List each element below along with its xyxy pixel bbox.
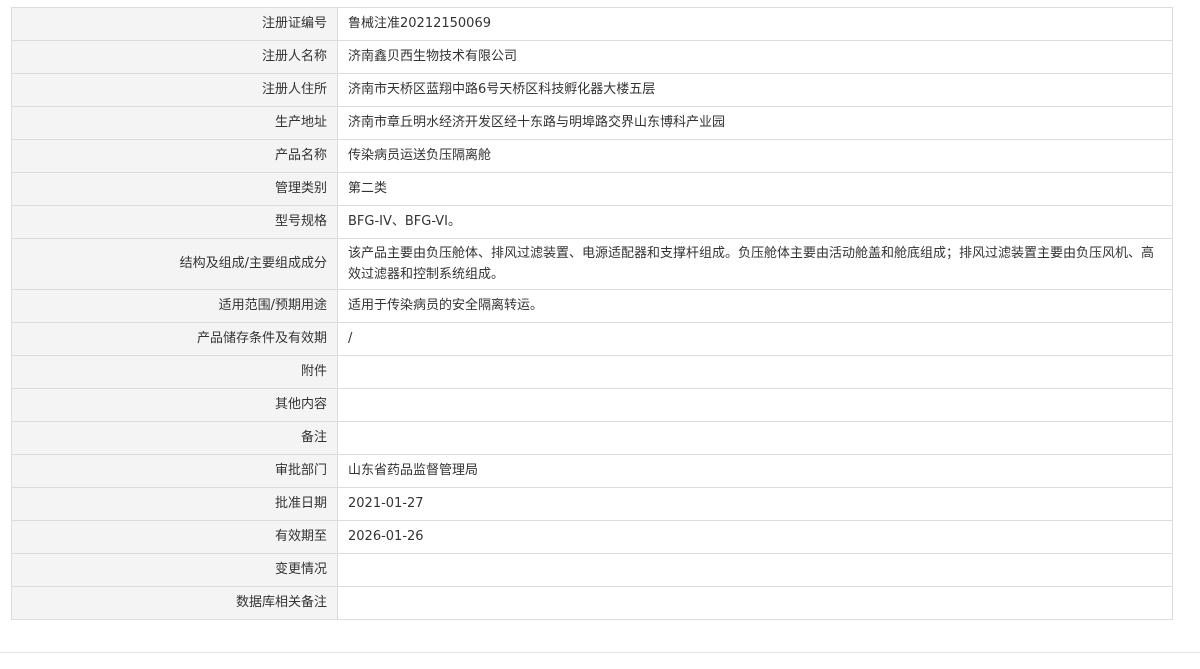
table-row-registrant-name: 注册人名称 济南鑫贝西生物技术有限公司 xyxy=(11,40,1173,74)
table-row-change-history: 变更情况 xyxy=(11,553,1173,587)
field-value: 济南市天桥区蓝翔中路6号天桥区科技孵化器大楼五层 xyxy=(337,73,1173,107)
field-label: 变更情况 xyxy=(11,553,338,587)
table-row-database-notes: 数据库相关备注 xyxy=(11,586,1173,620)
field-value xyxy=(337,421,1173,455)
field-value: BFG-IV、BFG-VI。 xyxy=(337,205,1173,239)
field-value xyxy=(337,586,1173,620)
field-label: 注册人住所 xyxy=(11,73,338,107)
field-value: 鲁械注准20212150069 xyxy=(337,7,1173,41)
field-value xyxy=(337,388,1173,422)
table-row-registration-number: 注册证编号 鲁械注准20212150069 xyxy=(11,7,1173,41)
field-label: 产品储存条件及有效期 xyxy=(11,322,338,356)
field-label: 注册证编号 xyxy=(11,7,338,41)
field-label: 型号规格 xyxy=(11,205,338,239)
field-label: 批准日期 xyxy=(11,487,338,521)
page: 注册证编号 鲁械注准20212150069 注册人名称 济南鑫贝西生物技术有限公… xyxy=(0,0,1200,669)
field-value: 传染病员运送负压隔离舱 xyxy=(337,139,1173,173)
field-label: 数据库相关备注 xyxy=(11,586,338,620)
field-label: 产品名称 xyxy=(11,139,338,173)
table-row-storage-validity: 产品储存条件及有效期 / xyxy=(11,322,1173,356)
bottom-divider xyxy=(0,652,1200,653)
field-label: 附件 xyxy=(11,355,338,389)
table-row-valid-until: 有效期至 2026-01-26 xyxy=(11,520,1173,554)
table-row-production-address: 生产地址 济南市章丘明水经济开发区经十东路与明埠路交界山东博科产业园 xyxy=(11,106,1173,140)
field-value: 2026-01-26 xyxy=(337,520,1173,554)
table-row-registrant-address: 注册人住所 济南市天桥区蓝翔中路6号天桥区科技孵化器大楼五层 xyxy=(11,73,1173,107)
registration-detail-table: 注册证编号 鲁械注准20212150069 注册人名称 济南鑫贝西生物技术有限公… xyxy=(11,7,1173,620)
field-label: 结构及组成/主要组成成分 xyxy=(11,238,338,290)
field-label: 生产地址 xyxy=(11,106,338,140)
field-label: 管理类别 xyxy=(11,172,338,206)
table-row-model-spec: 型号规格 BFG-IV、BFG-VI。 xyxy=(11,205,1173,239)
field-value: 济南鑫贝西生物技术有限公司 xyxy=(337,40,1173,74)
field-value: 济南市章丘明水经济开发区经十东路与明埠路交界山东博科产业园 xyxy=(337,106,1173,140)
field-value: / xyxy=(337,322,1173,356)
field-label: 其他内容 xyxy=(11,388,338,422)
field-value: 山东省药品监督管理局 xyxy=(337,454,1173,488)
field-label: 注册人名称 xyxy=(11,40,338,74)
field-label: 适用范围/预期用途 xyxy=(11,289,338,323)
table-row-approval-date: 批准日期 2021-01-27 xyxy=(11,487,1173,521)
field-value: 该产品主要由负压舱体、排风过滤装置、电源适配器和支撑杆组成。负压舱体主要由活动舱… xyxy=(337,238,1173,290)
field-value xyxy=(337,553,1173,587)
field-label: 审批部门 xyxy=(11,454,338,488)
table-row-structure-composition: 结构及组成/主要组成成分 该产品主要由负压舱体、排风过滤装置、电源适配器和支撑杆… xyxy=(11,238,1173,290)
field-value: 2021-01-27 xyxy=(337,487,1173,521)
table-row-other-content: 其他内容 xyxy=(11,388,1173,422)
table-row-approval-department: 审批部门 山东省药品监督管理局 xyxy=(11,454,1173,488)
table-row-intended-use: 适用范围/预期用途 适用于传染病员的安全隔离转运。 xyxy=(11,289,1173,323)
table-row-remarks: 备注 xyxy=(11,421,1173,455)
table-row-attachments: 附件 xyxy=(11,355,1173,389)
field-value: 适用于传染病员的安全隔离转运。 xyxy=(337,289,1173,323)
field-value xyxy=(337,355,1173,389)
field-label: 有效期至 xyxy=(11,520,338,554)
table-row-product-name: 产品名称 传染病员运送负压隔离舱 xyxy=(11,139,1173,173)
field-value: 第二类 xyxy=(337,172,1173,206)
table-row-management-category: 管理类别 第二类 xyxy=(11,172,1173,206)
field-label: 备注 xyxy=(11,421,338,455)
